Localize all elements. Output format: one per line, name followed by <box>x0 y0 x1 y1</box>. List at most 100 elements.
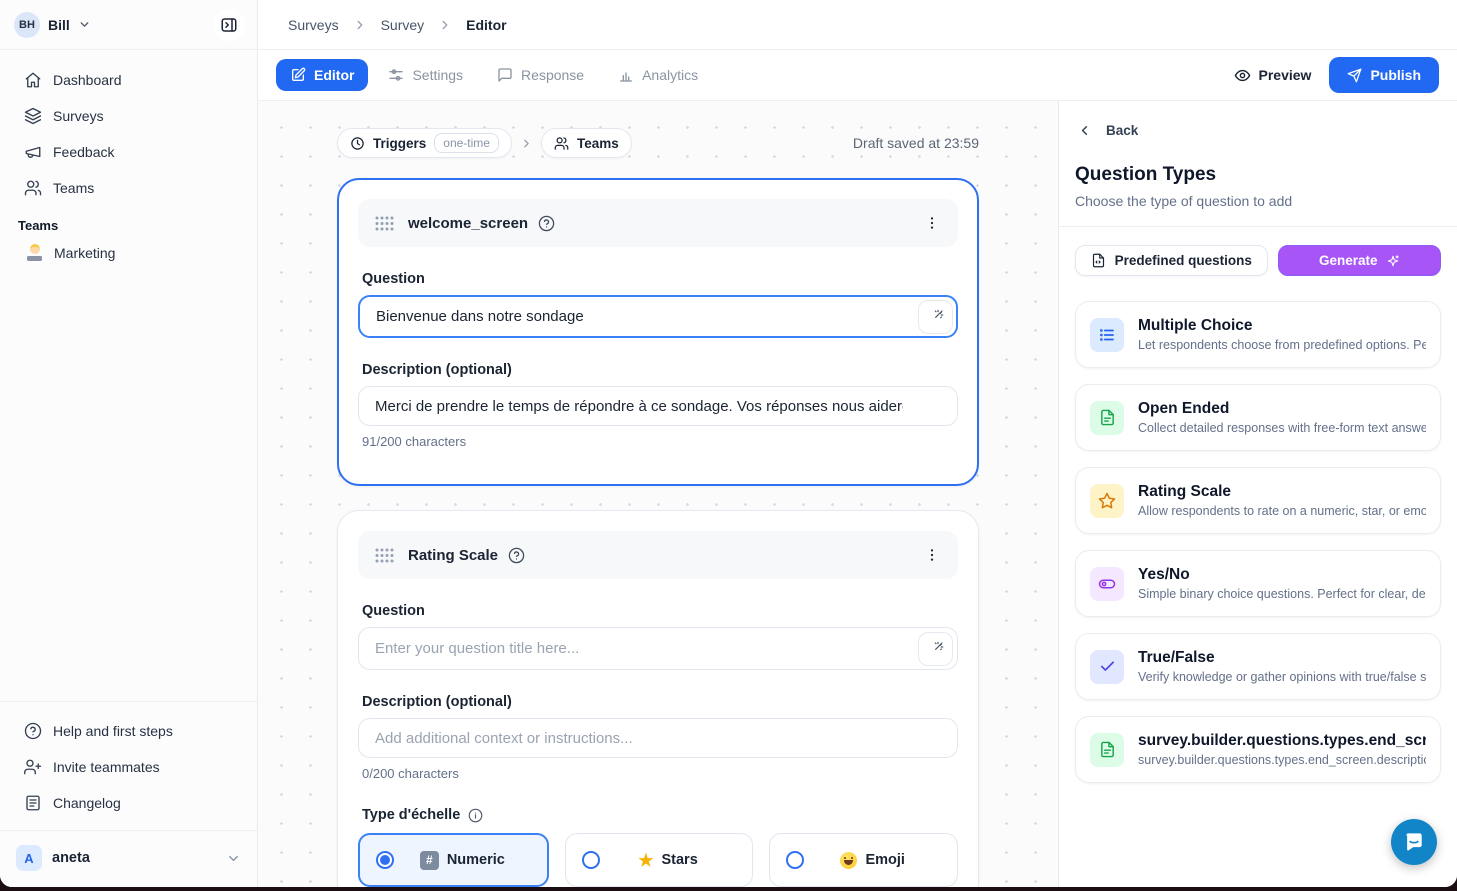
workspace-avatar: BH <box>14 12 40 38</box>
question-description-input[interactable] <box>358 386 958 426</box>
generate-button[interactable]: Generate <box>1278 245 1441 276</box>
tab-label: Settings <box>412 67 463 83</box>
type-description: Let respondents choose from predefined o… <box>1138 338 1426 352</box>
tab-label: Response <box>521 67 584 83</box>
scale-option-label: Numeric <box>447 852 505 868</box>
question-card-header: Rating Scale <box>358 531 958 579</box>
help-circle-icon[interactable] <box>508 547 525 564</box>
sidebar-item-marketing[interactable]: Marketing <box>0 237 257 268</box>
chevron-right-icon <box>438 18 452 32</box>
scale-option-emoji[interactable]: Emoji <box>769 833 958 887</box>
chevron-right-icon <box>520 137 533 150</box>
sidebar-item-label: Help and first steps <box>53 723 173 739</box>
chat-launcher-button[interactable] <box>1391 819 1437 865</box>
sidebar-item-changelog[interactable]: Changelog <box>18 786 243 820</box>
publish-label: Publish <box>1370 67 1421 83</box>
drag-handle-icon[interactable] <box>374 547 394 564</box>
breadcrumb-surveys[interactable]: Surveys <box>288 17 339 33</box>
tab-editor[interactable]: Editor <box>276 59 368 91</box>
type-title: Open Ended <box>1138 400 1426 418</box>
type-title: Yes/No <box>1138 566 1426 584</box>
changelog-icon <box>24 794 42 812</box>
sidebar-item-label: Changelog <box>53 795 121 811</box>
list-icon <box>1090 318 1124 352</box>
sidebar-item-surveys[interactable]: Surveys <box>18 100 243 132</box>
type-card-yes-no[interactable]: Yes/No Simple binary choice questions. P… <box>1075 550 1441 617</box>
radio-selected-icon <box>376 851 394 869</box>
scale-option-stars[interactable]: ★ Stars <box>565 833 754 887</box>
type-description: Collect detailed responses with free-for… <box>1138 421 1426 435</box>
question-card-title: Rating Scale <box>408 547 498 564</box>
scale-type-options: # Numeric ★ Stars <box>358 833 958 887</box>
radio-icon <box>582 851 600 869</box>
technologist-emoji <box>26 244 43 261</box>
card-menu-button[interactable] <box>920 543 944 567</box>
triggers-label: Triggers <box>373 136 426 151</box>
predefined-questions-button[interactable]: Predefined questions <box>1075 245 1268 276</box>
layers-icon <box>24 107 42 125</box>
smiley-emoji-icon <box>840 852 857 869</box>
sidebar-item-label: Surveys <box>53 108 104 124</box>
question-title-input[interactable] <box>358 627 958 670</box>
megaphone-icon <box>24 143 42 161</box>
sidebar-item-feedback[interactable]: Feedback <box>18 136 243 168</box>
sidebar-section-teams: Teams <box>0 204 257 237</box>
tab-settings[interactable]: Settings <box>374 59 477 91</box>
kebab-icon <box>924 547 940 563</box>
ai-improve-button[interactable] <box>918 300 953 334</box>
sidebar-item-label: Dashboard <box>53 72 122 88</box>
type-card-end-screen[interactable]: survey.builder.questions.types.end_scr..… <box>1075 716 1441 783</box>
type-card-open-ended[interactable]: Open Ended Collect detailed responses wi… <box>1075 384 1441 451</box>
triggers-chip[interactable]: Triggers one-time <box>337 128 512 158</box>
info-circle-icon[interactable] <box>468 808 483 823</box>
question-description-input[interactable] <box>358 718 958 758</box>
type-card-rating-scale[interactable]: Rating Scale Allow respondents to rate o… <box>1075 467 1441 534</box>
question-title-input[interactable] <box>358 295 958 338</box>
card-menu-button[interactable] <box>920 211 944 235</box>
breadcrumb-survey[interactable]: Survey <box>381 17 425 33</box>
eye-icon <box>1234 67 1251 84</box>
back-label: Back <box>1106 123 1138 138</box>
sidebar-item-help[interactable]: Help and first steps <box>18 714 243 748</box>
message-icon <box>497 67 513 83</box>
type-card-true-false[interactable]: True/False Verify knowledge or gather op… <box>1075 633 1441 700</box>
question-card-header: welcome_screen <box>358 199 958 247</box>
question-card-welcome-screen[interactable]: welcome_screen Question <box>337 178 979 486</box>
type-card-multiple-choice[interactable]: Multiple Choice Let respondents choose f… <box>1075 301 1441 368</box>
tab-analytics[interactable]: Analytics <box>604 59 712 91</box>
editor-toolbar: Editor Settings Response Analytics Previ… <box>258 50 1457 101</box>
draft-status: Draft saved at 23:59 <box>853 135 979 151</box>
teams-chip[interactable]: Teams <box>541 128 632 158</box>
preview-button[interactable]: Preview <box>1234 67 1312 84</box>
sidebar-item-invite[interactable]: Invite teammates <box>18 750 243 784</box>
panel-title: Question Types <box>1075 164 1441 186</box>
question-field-label: Question <box>362 271 954 287</box>
tab-response[interactable]: Response <box>483 59 598 91</box>
toggle-icon <box>1090 567 1124 601</box>
sidebar-item-dashboard[interactable]: Dashboard <box>18 64 243 96</box>
account-avatar: A <box>16 845 42 871</box>
workspace-switcher[interactable]: BH Bill <box>0 0 257 50</box>
app-window: BH Bill Dashboard Surveys Feedback T <box>0 0 1457 887</box>
sidebar-footer: Help and first steps Invite teammates Ch… <box>0 701 257 820</box>
file-code-icon <box>1091 253 1106 268</box>
ai-improve-button[interactable] <box>918 632 953 666</box>
back-button[interactable]: Back <box>1075 121 1441 140</box>
sidebar-collapse-button[interactable] <box>213 9 245 41</box>
send-icon <box>1347 68 1362 83</box>
sidebar-item-label: Teams <box>53 180 94 196</box>
question-card-rating-scale[interactable]: Rating Scale Question <box>337 510 979 887</box>
workspace-name: Bill <box>48 17 70 33</box>
drag-handle-icon[interactable] <box>374 215 394 232</box>
help-circle-icon[interactable] <box>538 215 555 232</box>
scale-option-numeric[interactable]: # Numeric <box>358 833 549 887</box>
panel-subtitle: Choose the type of question to add <box>1075 193 1441 209</box>
type-title: Rating Scale <box>1138 483 1426 501</box>
pencil-square-icon <box>290 67 306 83</box>
star-icon <box>1090 484 1124 518</box>
sidebar-item-teams[interactable]: Teams <box>18 172 243 204</box>
magic-wand-icon <box>928 641 944 657</box>
account-switcher[interactable]: A aneta <box>0 830 257 887</box>
clock-icon <box>350 136 365 151</box>
publish-button[interactable]: Publish <box>1329 57 1439 93</box>
